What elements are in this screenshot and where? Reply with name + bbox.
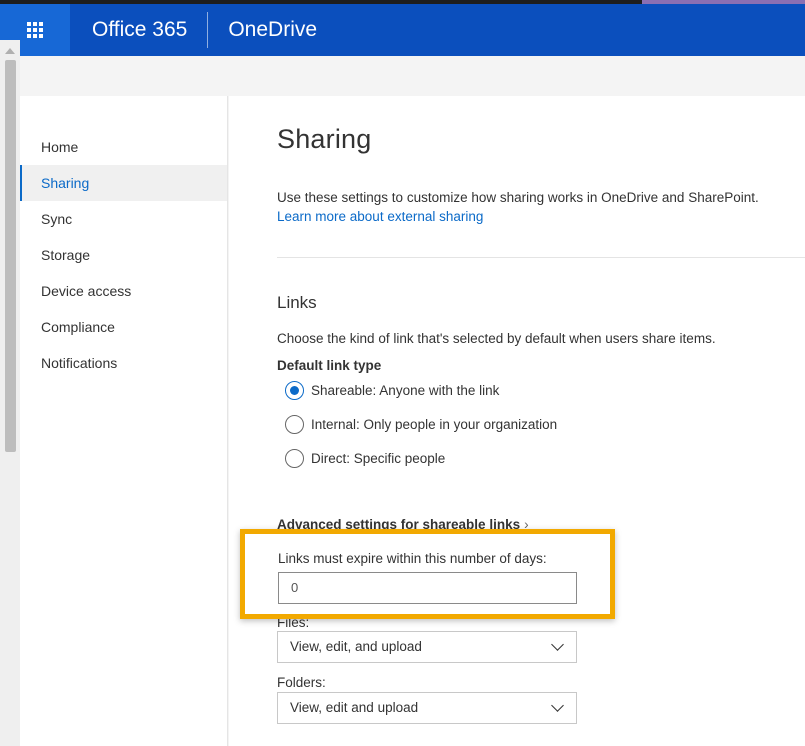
- radio-option-direct[interactable]: Direct: Specific people: [285, 449, 445, 468]
- suite-header: Office 365 OneDrive: [0, 4, 805, 56]
- links-section-description: Choose the kind of link that's selected …: [277, 331, 716, 346]
- nav-item-sync[interactable]: Sync: [20, 201, 227, 237]
- link-expiration-days-input[interactable]: 0: [278, 572, 577, 604]
- nav-item-label: Storage: [41, 247, 91, 263]
- highlight-callout: Links must expire within this number of …: [240, 529, 615, 619]
- nav-item-label: Sync: [41, 211, 73, 227]
- folders-label: Folders:: [277, 675, 326, 690]
- radio-label: Shareable: Anyone with the link: [311, 383, 500, 398]
- nav-item-storage[interactable]: Storage: [20, 237, 227, 273]
- nav-item-label: Sharing: [41, 175, 90, 191]
- chevron-down-icon: [551, 699, 564, 712]
- page-title: Sharing: [277, 124, 372, 154]
- nav-item-sharing[interactable]: Sharing: [20, 165, 227, 201]
- scroll-up-arrow-icon[interactable]: [5, 48, 15, 54]
- radio-button[interactable]: [285, 415, 304, 434]
- nav-item-compliance[interactable]: Compliance: [20, 309, 227, 345]
- nav-item-label: Home: [41, 139, 79, 155]
- chevron-down-icon: [551, 638, 564, 651]
- radio-label: Direct: Specific people: [311, 451, 446, 466]
- app-name: OneDrive: [228, 18, 318, 41]
- left-navigation: Home Sharing Sync Storage Device access …: [20, 96, 228, 746]
- page-scrollbar[interactable]: [0, 40, 20, 746]
- nav-item-label: Compliance: [41, 319, 115, 335]
- scrollbar-thumb[interactable]: [5, 60, 16, 452]
- office-365-brand-link[interactable]: Office 365: [70, 18, 207, 42]
- files-permission-value: View, edit, and upload: [290, 639, 422, 654]
- nav-item-home[interactable]: Home: [20, 129, 227, 165]
- radio-option-internal[interactable]: Internal: Only people in your organizati…: [285, 415, 557, 434]
- radio-button[interactable]: [285, 449, 304, 468]
- folders-permission-value: View, edit and upload: [290, 700, 419, 715]
- folders-permission-dropdown[interactable]: View, edit and upload: [277, 692, 577, 724]
- default-link-type-label: Default link type: [277, 358, 382, 373]
- link-expiration-label: Links must expire within this number of …: [278, 551, 547, 566]
- intro-text: Use these settings to customize how shar…: [277, 190, 759, 205]
- links-section-title: Links: [277, 293, 317, 312]
- nav-item-label: Notifications: [41, 355, 118, 371]
- learn-more-link[interactable]: Learn more about external sharing: [277, 209, 483, 224]
- radio-button-checked[interactable]: [285, 381, 304, 400]
- command-bar: [0, 56, 805, 96]
- nav-item-label: Device access: [41, 283, 132, 299]
- main-content: Sharing Use these settings to customize …: [229, 96, 805, 746]
- radio-option-shareable[interactable]: Shareable: Anyone with the link: [285, 381, 499, 400]
- waffle-icon: [27, 22, 43, 38]
- radio-label: Internal: Only people in your organizati…: [311, 417, 558, 432]
- nav-item-device-access[interactable]: Device access: [20, 273, 227, 309]
- section-divider: [277, 257, 805, 258]
- files-permission-dropdown[interactable]: View, edit, and upload: [277, 631, 577, 663]
- nav-item-notifications[interactable]: Notifications: [20, 345, 227, 381]
